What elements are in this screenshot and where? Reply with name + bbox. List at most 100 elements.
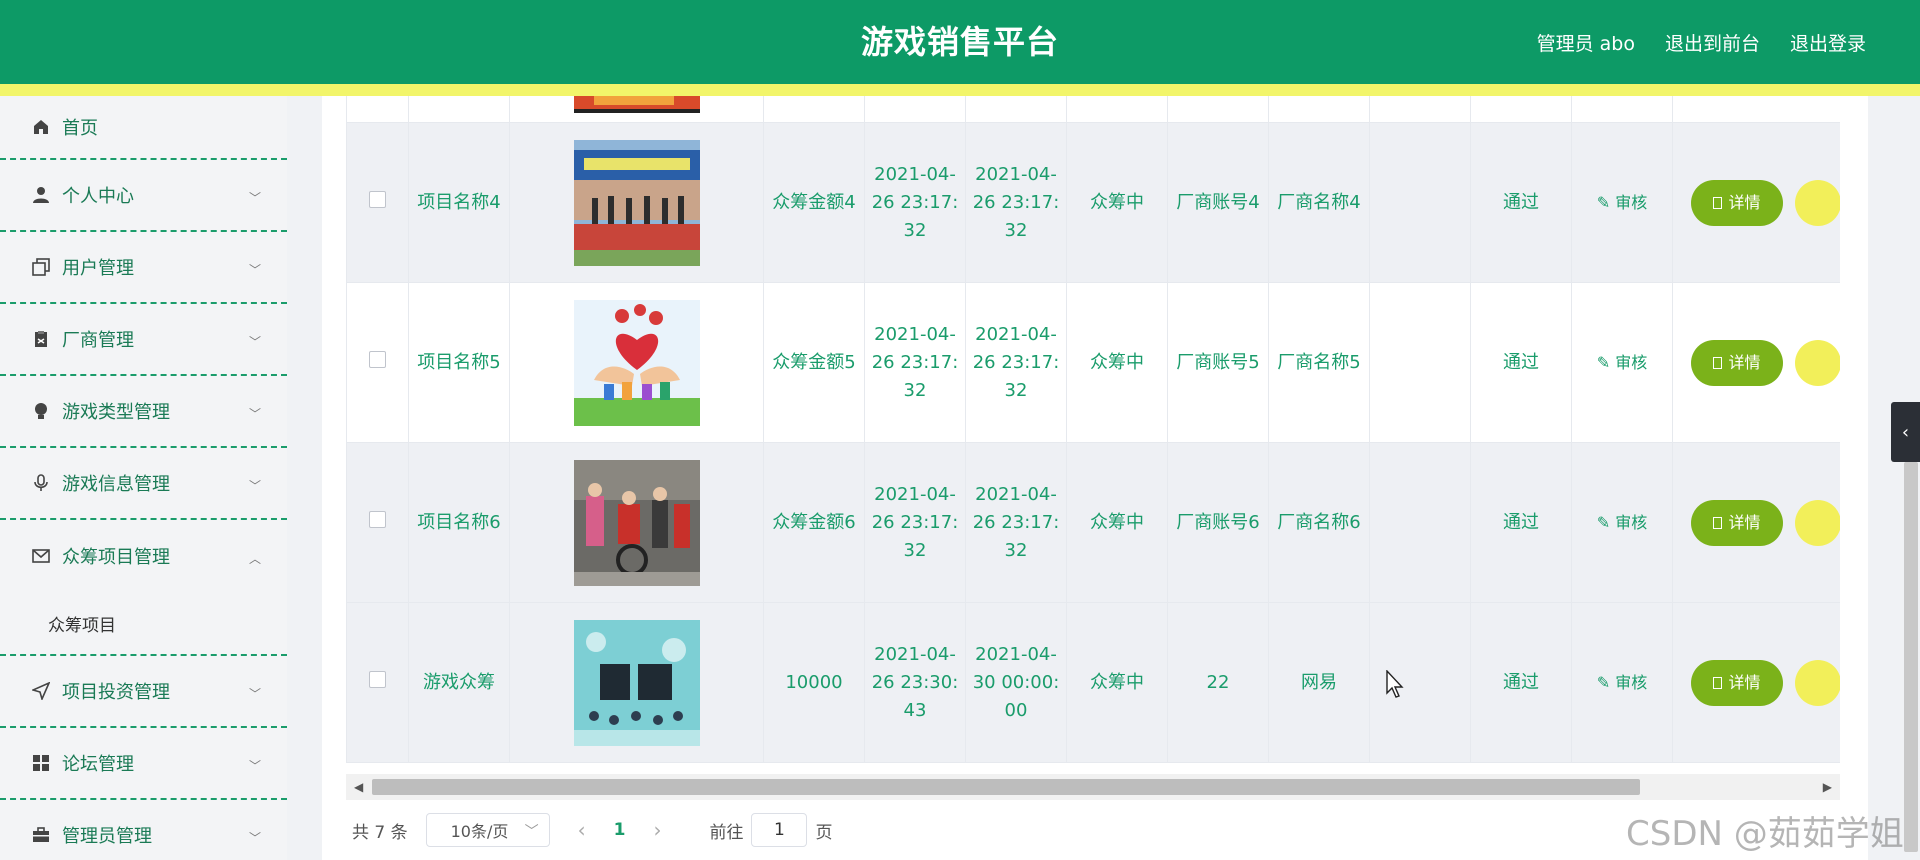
detail-button[interactable]: 详情 <box>1691 499 1783 546</box>
sidebar-item-label: 项目投资管理 <box>62 682 170 703</box>
row-checkbox[interactable] <box>369 670 386 688</box>
row-checkbox[interactable] <box>369 350 386 368</box>
row-checkbox[interactable] <box>369 190 386 208</box>
top-header: 游戏销售平台 管理员 abo 退出到前台 退出登录 <box>0 0 1920 84</box>
sidebar-item-personal[interactable]: 个人中心 ﹀ <box>0 160 287 232</box>
end-time-cell: 2021-04-30 00:00:00 <box>965 602 1067 763</box>
document-icon <box>1713 196 1723 209</box>
total-count: 共 7 条 <box>352 822 408 843</box>
start-time-cell: 2021-04-26 23:17:32 <box>864 122 966 283</box>
status-cell: 众筹中 <box>1066 122 1168 283</box>
audit-label: 审核 <box>1615 512 1648 532</box>
review-status-cell: 通过 <box>1470 442 1572 603</box>
goto-page-input[interactable] <box>751 813 808 847</box>
vendor-account-cell: 厂商账号6 <box>1167 442 1269 603</box>
scrollbar-thumb[interactable] <box>372 779 1640 795</box>
end-time-cell: 2021-04-26 23:17:32 <box>965 442 1067 603</box>
sidebar-item-label: 众筹项目管理 <box>62 547 170 568</box>
vendor-name-cell: 厂商名称6 <box>1268 442 1370 603</box>
detail-button[interactable]: 详情 <box>1691 659 1783 706</box>
crowd-banner-image <box>573 139 700 266</box>
end-time-cell: 2021-04-26 23:17:32 <box>965 122 1067 283</box>
sidebar-item-label: 管理员管理 <box>62 826 152 847</box>
status-cell: 众筹中 <box>1066 442 1168 603</box>
vendor-account-cell: 厂商账号5 <box>1167 282 1269 443</box>
chevron-down-icon: ﹀ <box>248 687 261 701</box>
edit-icon: ✎ <box>1596 672 1616 692</box>
sidebar-item-investments[interactable]: 项目投资管理 ﹀ <box>0 656 287 728</box>
vendor-name-cell: 厂商名称5 <box>1268 282 1370 443</box>
audit-link[interactable]: ✎ 审核 <box>1597 193 1648 212</box>
sidebar-item-vendors[interactable]: 厂商管理 ﹀ <box>0 304 287 376</box>
edit-icon: ✎ <box>1596 352 1616 372</box>
sidebar-item-forum[interactable]: 论坛管理 ﹀ <box>0 728 287 800</box>
project-name-cell: 项目名称6 <box>408 442 510 603</box>
sidebar-item-crowdfunding[interactable]: 众筹项目管理 ︿ <box>0 520 287 592</box>
briefcase-icon <box>30 824 52 846</box>
chevron-down-icon: ﹀ <box>248 831 261 845</box>
data-table-wrapper: 项目名称4 众筹金额4 2021-04-26 23:17:32 2021-04-… <box>346 96 1840 772</box>
sidebar-item-users[interactable]: 用户管理 ﹀ <box>0 232 287 304</box>
table-row[interactable]: 项目名称5 众筹金额5 2021-04-26 23:17:32 2021-04-… <box>346 282 1840 443</box>
edit-icon: ✎ <box>1596 512 1616 532</box>
sidebar-item-admins[interactable]: 管理员管理 ﹀ <box>0 800 287 860</box>
collapse-panel-button[interactable]: ‹ <box>1891 402 1920 462</box>
detail-button[interactable]: 详情 <box>1691 339 1783 386</box>
sidebar-item-label: 厂商管理 <box>62 330 134 351</box>
data-table: 项目名称4 众筹金额4 2021-04-26 23:17:32 2021-04-… <box>346 96 1840 763</box>
project-name-cell: 项目名称4 <box>408 122 510 283</box>
table-row[interactable]: 项目名称6 众筹金额6 2021-04-26 23:17:32 2021-04-… <box>346 442 1840 603</box>
mail-icon <box>30 545 52 567</box>
prev-page-button[interactable]: ‹ <box>578 818 586 842</box>
vendor-account-cell: 22 <box>1167 602 1269 763</box>
audit-link[interactable]: ✎ 审核 <box>1597 353 1648 372</box>
header-accent-bar <box>0 84 1920 96</box>
audit-link[interactable]: ✎ 审核 <box>1597 673 1648 692</box>
edit-button[interactable] <box>1795 339 1840 386</box>
amount-cell: 众筹金额4 <box>763 122 865 283</box>
vendor-account-cell: 厂商账号4 <box>1167 122 1269 283</box>
review-status-cell: 通过 <box>1470 122 1572 283</box>
page-number-current[interactable]: 1 <box>614 820 626 840</box>
edit-button[interactable] <box>1795 499 1840 546</box>
bulb-icon <box>30 400 52 422</box>
document-icon <box>1713 356 1723 369</box>
document-icon <box>1713 516 1723 529</box>
chevron-down-icon: ﹀ <box>248 479 261 493</box>
document-icon <box>1713 676 1723 689</box>
clipboard-icon <box>30 328 52 350</box>
empty-cell <box>1369 122 1471 283</box>
edit-button[interactable] <box>1795 179 1840 226</box>
navigation-icon <box>30 680 52 702</box>
amount-cell: 10000 <box>763 602 865 763</box>
scroll-right-icon[interactable]: ▶ <box>1823 774 1832 800</box>
page-size-select[interactable]: 10条/页 ﹀ <box>425 813 550 847</box>
audit-link[interactable]: ✎ 审核 <box>1597 513 1648 532</box>
sidebar-item-game-types[interactable]: 游戏类型管理 ﹀ <box>0 376 287 448</box>
start-time-cell: 2021-04-26 23:30:43 <box>864 602 966 763</box>
vertical-scrollbar[interactable] <box>1904 462 1918 852</box>
start-time-cell: 2021-04-26 23:17:32 <box>864 282 966 443</box>
user-icon <box>30 184 52 206</box>
sidebar-item-home[interactable]: 首页 <box>0 96 287 160</box>
table-row[interactable]: 项目名称4 众筹金额4 2021-04-26 23:17:32 2021-04-… <box>346 122 1840 283</box>
table-row[interactable]: 游戏众筹 10000 2021-04-26 23:30:43 2021-04-3… <box>346 602 1840 763</box>
edit-button[interactable] <box>1795 659 1840 706</box>
to-front-link[interactable]: 退出到前台 <box>1665 29 1760 56</box>
sidebar-subitem-crowdfunding-projects[interactable]: 众筹项目 <box>0 592 287 656</box>
empty-cell <box>1369 442 1471 603</box>
status-cell: 众筹中 <box>1066 602 1168 763</box>
sidebar-item-label: 首页 <box>62 118 98 139</box>
next-page-button[interactable]: › <box>653 818 661 842</box>
sidebar-item-game-info[interactable]: 游戏信息管理 ﹀ <box>0 448 287 520</box>
copy-icon <box>30 256 52 278</box>
watermark: CSDN @茹茹学姐 <box>1626 814 1904 854</box>
detail-button[interactable]: 详情 <box>1691 179 1783 226</box>
row-checkbox[interactable] <box>369 510 386 528</box>
page-unit-label: 页 <box>815 822 833 843</box>
scroll-left-icon[interactable]: ◀ <box>354 774 363 800</box>
logout-link[interactable]: 退出登录 <box>1790 29 1866 56</box>
project-name-cell: 项目名称5 <box>408 282 510 443</box>
horizontal-scrollbar[interactable]: ◀ ▶ <box>346 774 1840 800</box>
end-time-cell: 2021-04-26 23:17:32 <box>965 282 1067 443</box>
